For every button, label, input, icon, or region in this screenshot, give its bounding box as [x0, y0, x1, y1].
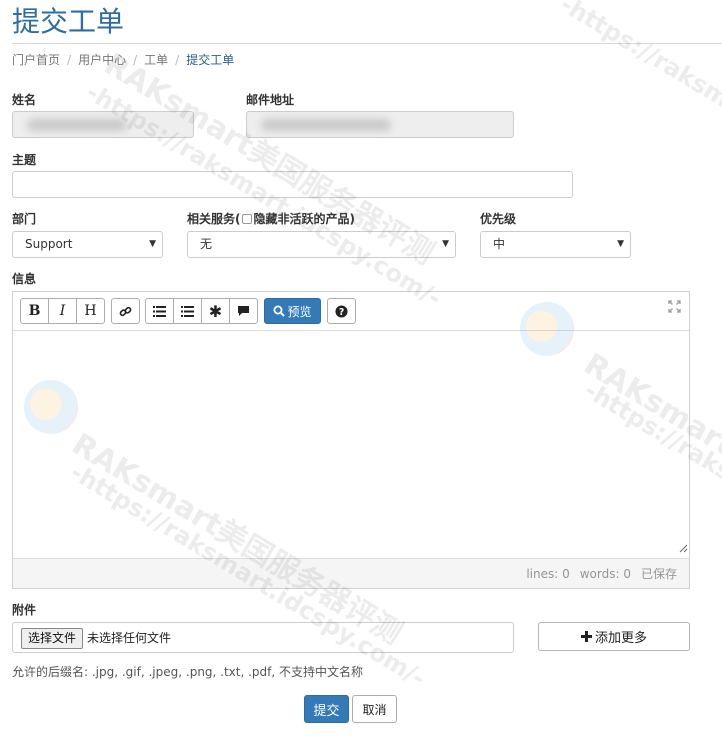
email-label: 邮件地址	[246, 93, 295, 107]
markdown-editor: B I H ✱ 预览 ? lines: 0 words: 0 已保存	[12, 291, 690, 589]
plus-icon	[580, 631, 592, 642]
priority-select[interactable]: 中 ▼	[480, 231, 631, 258]
name-label: 姓名	[12, 93, 37, 107]
breadcrumb-tickets[interactable]: 工单	[144, 53, 168, 67]
email-field	[246, 111, 514, 138]
choose-file-button[interactable]: 选择文件	[21, 628, 84, 649]
department-label: 部门	[12, 212, 37, 226]
question-icon: ?	[335, 304, 348, 317]
ordered-list-button[interactable]	[173, 298, 202, 324]
allowed-extensions-hint: 允许的后缀名: .jpg, .gif, .jpeg, .png, .txt, .…	[12, 665, 364, 679]
priority-label: 优先级	[480, 212, 517, 226]
word-count: words: 0	[579, 566, 631, 581]
name-field	[12, 111, 194, 138]
add-more-label: 添加更多	[594, 631, 647, 646]
hide-inactive-label: 隐藏非活跃的产品)	[253, 212, 356, 226]
breadcrumb-separator: /	[133, 53, 138, 67]
redacted-email	[261, 119, 391, 131]
toolbar-divider	[13, 330, 689, 331]
breadcrumb: 门户首页 / 用户中心 / 工单 / 提交工单	[12, 51, 234, 69]
preview-button[interactable]: 预览	[264, 298, 321, 324]
link-icon	[119, 306, 132, 316]
submit-button[interactable]: 提交	[304, 695, 349, 723]
breadcrumb-separator: /	[175, 53, 180, 67]
message-label: 信息	[12, 272, 37, 286]
service-label-text: 相关服务(	[187, 212, 241, 226]
format-button-group: B I H	[20, 298, 105, 324]
subject-input[interactable]	[12, 171, 573, 198]
comment-icon	[238, 306, 249, 316]
search-icon	[273, 305, 286, 317]
cancel-button[interactable]: 取消	[352, 695, 397, 723]
resize-handle-icon[interactable]	[679, 542, 688, 557]
service-value: 无	[200, 237, 213, 251]
help-button-group: ?	[327, 298, 356, 324]
line-count: lines: 0	[526, 566, 570, 581]
save-status: 已保存	[640, 567, 677, 581]
link-button[interactable]	[111, 298, 140, 324]
bold-button[interactable]: B	[20, 298, 49, 324]
file-input: 选择文件 未选择任何文件	[12, 622, 514, 653]
subject-label: 主题	[12, 153, 37, 167]
preview-label: 预览	[287, 304, 312, 319]
department-value: Support	[25, 237, 73, 251]
watermark-url: -https://raksmart.idcspy.com/-	[555, 0, 722, 225]
quote-button[interactable]	[229, 298, 258, 324]
breadcrumb-current: 提交工单	[186, 53, 235, 67]
breadcrumb-user-center[interactable]: 用户中心	[78, 53, 126, 67]
title-divider	[12, 43, 722, 44]
fullscreen-icon[interactable]	[668, 300, 681, 317]
heading-button[interactable]: H	[76, 298, 105, 324]
redacted-name	[27, 119, 127, 131]
asterisk-icon: ✱	[208, 301, 223, 321]
code-button[interactable]: ✱	[201, 298, 230, 324]
list-button-group: ✱	[145, 298, 258, 324]
department-select[interactable]: Support ▼	[12, 231, 163, 258]
no-file-text: 未选择任何文件	[87, 631, 172, 645]
italic-button[interactable]: I	[48, 298, 77, 324]
list-icon	[153, 305, 166, 317]
breadcrumb-separator: /	[67, 53, 72, 67]
unordered-list-button[interactable]	[145, 298, 174, 324]
service-select[interactable]: 无 ▼	[187, 231, 456, 258]
caret-down-icon: ▼	[617, 239, 624, 249]
svg-text:?: ?	[339, 306, 344, 317]
hide-inactive-checkbox[interactable]	[241, 214, 252, 224]
editor-statusbar: lines: 0 words: 0 已保存	[13, 558, 689, 588]
caret-down-icon: ▼	[149, 239, 156, 249]
caret-down-icon: ▼	[442, 239, 449, 249]
add-more-button[interactable]: 添加更多	[538, 622, 690, 651]
attachments-label: 附件	[12, 603, 37, 617]
breadcrumb-home[interactable]: 门户首页	[12, 53, 60, 67]
page-title: 提交工单	[12, 5, 125, 38]
help-button[interactable]: ?	[327, 298, 356, 324]
priority-value: 中	[493, 237, 506, 251]
link-button-group	[111, 298, 140, 324]
ordered-list-icon	[181, 305, 194, 317]
service-label: 相关服务( 隐藏非活跃的产品)	[187, 211, 355, 227]
